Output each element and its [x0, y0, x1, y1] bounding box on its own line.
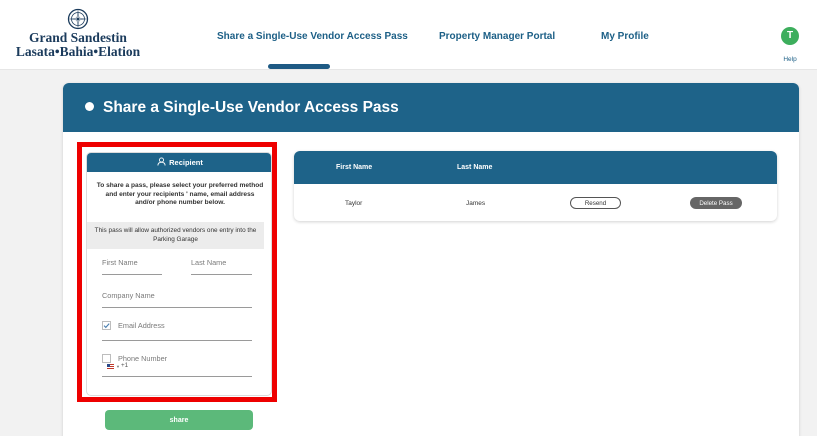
help-link[interactable]: Help: [781, 56, 799, 63]
brand-subtitle: Lasata•Bahia•Elation: [15, 44, 141, 59]
bullet-icon: [85, 102, 94, 111]
nav-my-profile[interactable]: My Profile: [601, 31, 649, 42]
recipient-header-label: Recipient: [169, 158, 203, 167]
main-card-header: Share a Single-Use Vendor Access Pass: [63, 83, 799, 132]
brand-name: Grand Sandestin: [29, 30, 127, 45]
phone-checkbox[interactable]: [102, 354, 111, 363]
brand-logo[interactable]: Grand Sandestin Lasata•Bahia•Elation: [4, 8, 152, 58]
passes-table: First Name Last Name Taylor James Resend…: [294, 151, 777, 221]
last-name-input[interactable]: [191, 258, 252, 267]
page-title-text: Share a Single-Use Vendor Access Pass: [103, 99, 399, 116]
recipient-header: Recipient: [87, 153, 271, 172]
share-button[interactable]: share: [105, 410, 253, 430]
company-name-input[interactable]: [102, 291, 252, 300]
active-tab-indicator: [268, 64, 330, 69]
passes-table-header: First Name Last Name: [294, 151, 777, 184]
email-checkbox-label: Email Address: [118, 321, 165, 330]
compass-rose-icon: [67, 8, 89, 30]
column-last-name: Last Name: [457, 164, 493, 171]
page-title: Share a Single-Use Vendor Access Pass: [85, 99, 399, 117]
user-icon: [157, 157, 166, 166]
row-first-name: Taylor: [345, 200, 363, 207]
pass-entry-note: This pass will allow authorized vendors …: [87, 222, 264, 249]
phone-number-input[interactable]: [102, 369, 252, 377]
nav-share-vendor-pass[interactable]: Share a Single-Use Vendor Access Pass: [217, 31, 408, 42]
top-navigation-bar: Grand Sandestin Lasata•Bahia•Elation Sha…: [0, 0, 817, 70]
first-name-field: [102, 258, 162, 275]
first-name-input[interactable]: [102, 258, 162, 267]
last-name-field: [191, 258, 252, 275]
recipient-panel: Recipient To share a pass, please select…: [86, 152, 272, 396]
user-avatar[interactable]: T: [781, 27, 799, 45]
row-last-name: James: [466, 200, 486, 207]
checkmark-icon: [103, 323, 110, 329]
dial-code: +1: [121, 362, 129, 369]
recipient-instructions: To share a pass, please select your pref…: [96, 182, 264, 206]
email-checkbox[interactable]: [102, 321, 111, 330]
nav-property-manager-portal[interactable]: Property Manager Portal: [439, 31, 555, 42]
company-name-field: [102, 291, 252, 308]
column-first-name: First Name: [336, 164, 373, 171]
delete-pass-button[interactable]: Delete Pass: [690, 197, 742, 209]
email-underline: [102, 340, 252, 341]
resend-button[interactable]: Resend: [570, 197, 621, 209]
